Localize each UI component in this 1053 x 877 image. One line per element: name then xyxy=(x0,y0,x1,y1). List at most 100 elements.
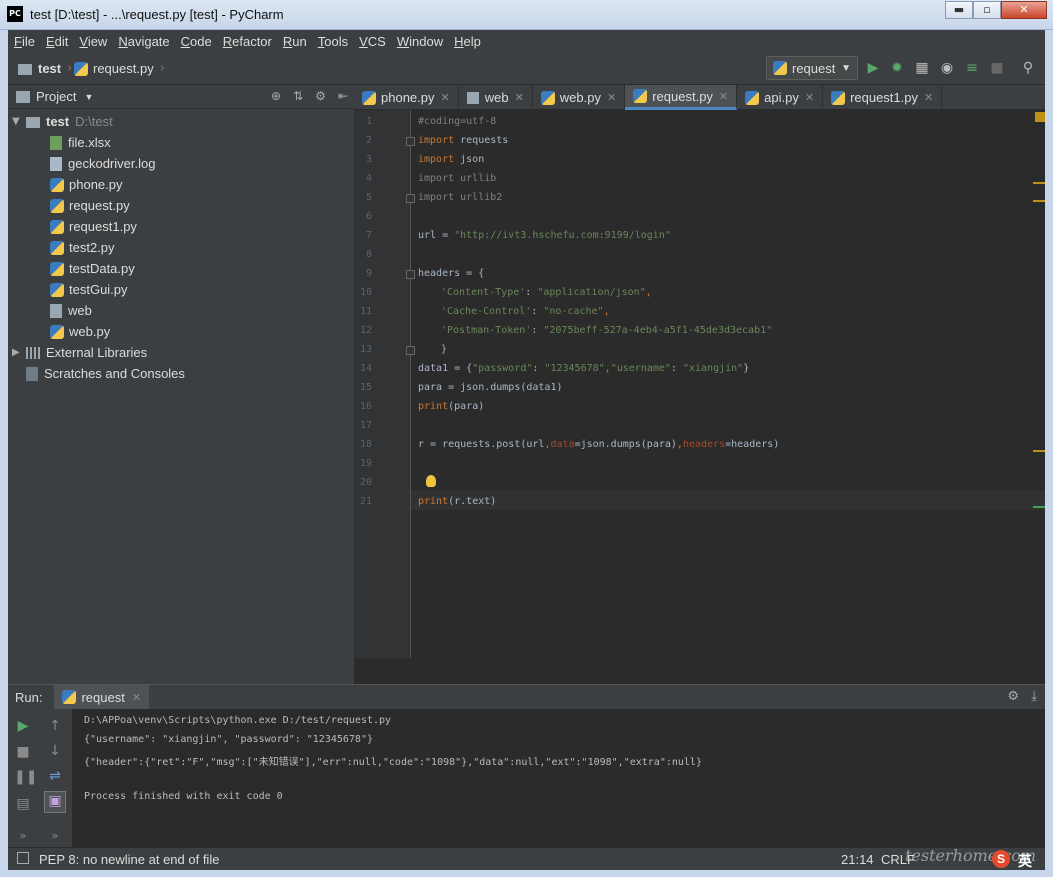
run-tab-request[interactable]: request ✕ xyxy=(54,685,150,709)
lightbulb-icon[interactable] xyxy=(426,475,436,487)
scroll-up-icon[interactable]: ↑ xyxy=(46,717,64,735)
run-configuration-select[interactable]: request ▼ xyxy=(766,56,858,80)
stop-icon[interactable]: ■ xyxy=(14,743,32,761)
tool-windows-icon[interactable] xyxy=(17,852,29,864)
tree-item-geckodriver-log[interactable]: geckodriver.log xyxy=(50,153,155,174)
code-line-18: r = requests.post(url,data=json.dumps(pa… xyxy=(418,439,779,450)
stop-icon[interactable]: ■ xyxy=(989,60,1005,76)
tree-item-request-py[interactable]: request.py xyxy=(50,195,130,216)
tab-request-py[interactable]: request.py ✕ xyxy=(625,85,738,110)
breadcrumb-file[interactable]: request.py › xyxy=(74,61,165,76)
menu-vcs[interactable]: VCS xyxy=(359,34,386,49)
close-icon[interactable]: ✕ xyxy=(924,91,933,104)
menu-file[interactable]: File xyxy=(14,34,35,49)
dropdown-arrow-icon[interactable]: ▼ xyxy=(84,92,93,102)
ime-language-indicator[interactable]: 英 xyxy=(1018,851,1032,871)
fold-marker-icon[interactable] xyxy=(406,194,415,203)
minimize-button[interactable]: ▬ xyxy=(945,1,973,19)
status-message[interactable]: PEP 8: no newline at end of file xyxy=(39,852,219,867)
tree-item-test2-py[interactable]: test2.py xyxy=(50,237,115,258)
gear-icon[interactable]: ⚙ xyxy=(1007,689,1019,704)
code-token: json xyxy=(454,154,485,165)
close-icon[interactable]: ✕ xyxy=(607,91,616,104)
gear-icon[interactable]: ⚙ xyxy=(315,89,326,103)
ime-logo-icon[interactable]: S xyxy=(992,850,1010,868)
hide-panel-icon[interactable]: ⇤ xyxy=(338,89,348,103)
menu-run[interactable]: Run xyxy=(283,34,307,49)
menu-view[interactable]: View xyxy=(79,34,107,49)
fold-marker-icon[interactable] xyxy=(406,137,415,146)
tree-item-request1-py[interactable]: request1.py xyxy=(50,216,137,237)
scroll-to-end-icon[interactable]: ▣ xyxy=(44,791,66,813)
hide-panel-icon[interactable]: ⤓ xyxy=(1031,689,1037,704)
warning-mark[interactable] xyxy=(1033,182,1045,184)
caret-position[interactable]: 21:14 xyxy=(841,852,874,867)
tab-web[interactable]: web ✕ xyxy=(459,85,533,110)
close-icon[interactable]: ✕ xyxy=(515,91,524,104)
menu-help[interactable]: Help xyxy=(454,34,481,49)
pause-icon[interactable]: ❚❚ xyxy=(14,768,37,786)
close-icon[interactable]: ✕ xyxy=(719,90,728,103)
warning-indicator-icon[interactable] xyxy=(1035,112,1045,122)
expand-arrow-icon[interactable]: ▼ xyxy=(12,116,26,127)
close-icon[interactable]: ✕ xyxy=(132,691,141,704)
close-icon[interactable]: ✕ xyxy=(805,91,814,104)
soft-wrap-icon[interactable]: ⇌ xyxy=(46,767,64,785)
menu-navigate[interactable]: Navigate xyxy=(118,34,169,49)
tree-item-web-py[interactable]: web.py xyxy=(50,321,110,342)
menu-window[interactable]: Window xyxy=(397,34,443,49)
tree-item-external-libraries[interactable]: ▶ External Libraries xyxy=(12,342,147,363)
tab-api-py[interactable]: api.py ✕ xyxy=(737,85,824,110)
pycharm-logo-icon: PC xyxy=(7,6,23,22)
string-token: 'Cache-Control' xyxy=(441,306,532,317)
debug-icon[interactable]: ✹ xyxy=(889,60,905,76)
more-actions-icon[interactable]: » xyxy=(46,827,64,845)
tree-item-web[interactable]: web xyxy=(50,300,92,321)
run-icon[interactable]: ▶ xyxy=(865,60,881,76)
menu-code[interactable]: Code xyxy=(181,34,212,49)
error-stripe[interactable] xyxy=(1033,110,1045,658)
tree-item-label: web xyxy=(68,303,92,318)
menu-edit[interactable]: Edit xyxy=(46,34,68,49)
search-icon[interactable]: ⚲ xyxy=(1020,60,1036,76)
expand-arrow-icon[interactable]: ▶ xyxy=(12,347,26,358)
tree-item-file-xlsx[interactable]: file.xlsx xyxy=(50,132,111,153)
file-icon xyxy=(466,91,479,104)
fold-marker-icon[interactable] xyxy=(406,346,415,355)
change-mark[interactable] xyxy=(1033,506,1045,508)
run-panel-header: Run: request ✕ ⚙ ⤓ xyxy=(8,685,1045,709)
tab-web-py[interactable]: web.py ✕ xyxy=(533,85,626,110)
tree-item-scratches[interactable]: Scratches and Consoles xyxy=(26,363,185,384)
menu-tools[interactable]: Tools xyxy=(318,34,348,49)
warning-mark[interactable] xyxy=(1033,450,1045,452)
collapse-all-icon[interactable]: ⇅ xyxy=(293,89,303,103)
project-view-selector[interactable]: Project xyxy=(36,89,76,104)
tab-phone-py[interactable]: phone.py ✕ xyxy=(354,85,459,110)
python-file-icon xyxy=(540,90,555,105)
coverage-icon[interactable]: ▦ xyxy=(914,60,930,76)
code-line-13: } xyxy=(441,344,448,355)
menu-refactor[interactable]: Refactor xyxy=(223,34,272,49)
more-actions-icon[interactable]: » xyxy=(14,827,32,845)
code-token: data1 = { xyxy=(418,363,473,374)
fold-marker-icon[interactable] xyxy=(406,270,415,279)
rerun-icon[interactable]: ▶ xyxy=(14,717,32,735)
close-button[interactable]: ✕ xyxy=(1001,1,1047,19)
profile-icon[interactable]: ◉ xyxy=(939,60,955,76)
code-line-1: #coding=utf-8 xyxy=(418,116,497,127)
code-editor[interactable]: 1 2 3 4 5 6 7 8 9 10 11 12 13 14 15 16 1… xyxy=(354,110,1045,658)
tab-request1-py[interactable]: request1.py ✕ xyxy=(823,85,943,110)
locate-icon[interactable]: ⊕ xyxy=(271,89,281,103)
tree-item-testdata-py[interactable]: testData.py xyxy=(50,258,135,279)
concurrency-icon[interactable]: ≡ xyxy=(964,60,980,76)
close-icon[interactable]: ✕ xyxy=(441,91,450,104)
warning-mark[interactable] xyxy=(1033,200,1045,202)
maximize-button[interactable]: ▫ xyxy=(973,1,1001,19)
tree-item-testgui-py[interactable]: testGui.py xyxy=(50,279,128,300)
scroll-down-icon[interactable]: ↓ xyxy=(46,742,64,760)
breadcrumb-root[interactable]: test › xyxy=(18,61,72,76)
tree-root-test[interactable]: ▼ test D:\test xyxy=(12,111,113,132)
line-number: 18 xyxy=(359,439,372,450)
tree-item-phone-py[interactable]: phone.py xyxy=(50,174,123,195)
restore-layout-icon[interactable]: ▤ xyxy=(14,795,32,813)
